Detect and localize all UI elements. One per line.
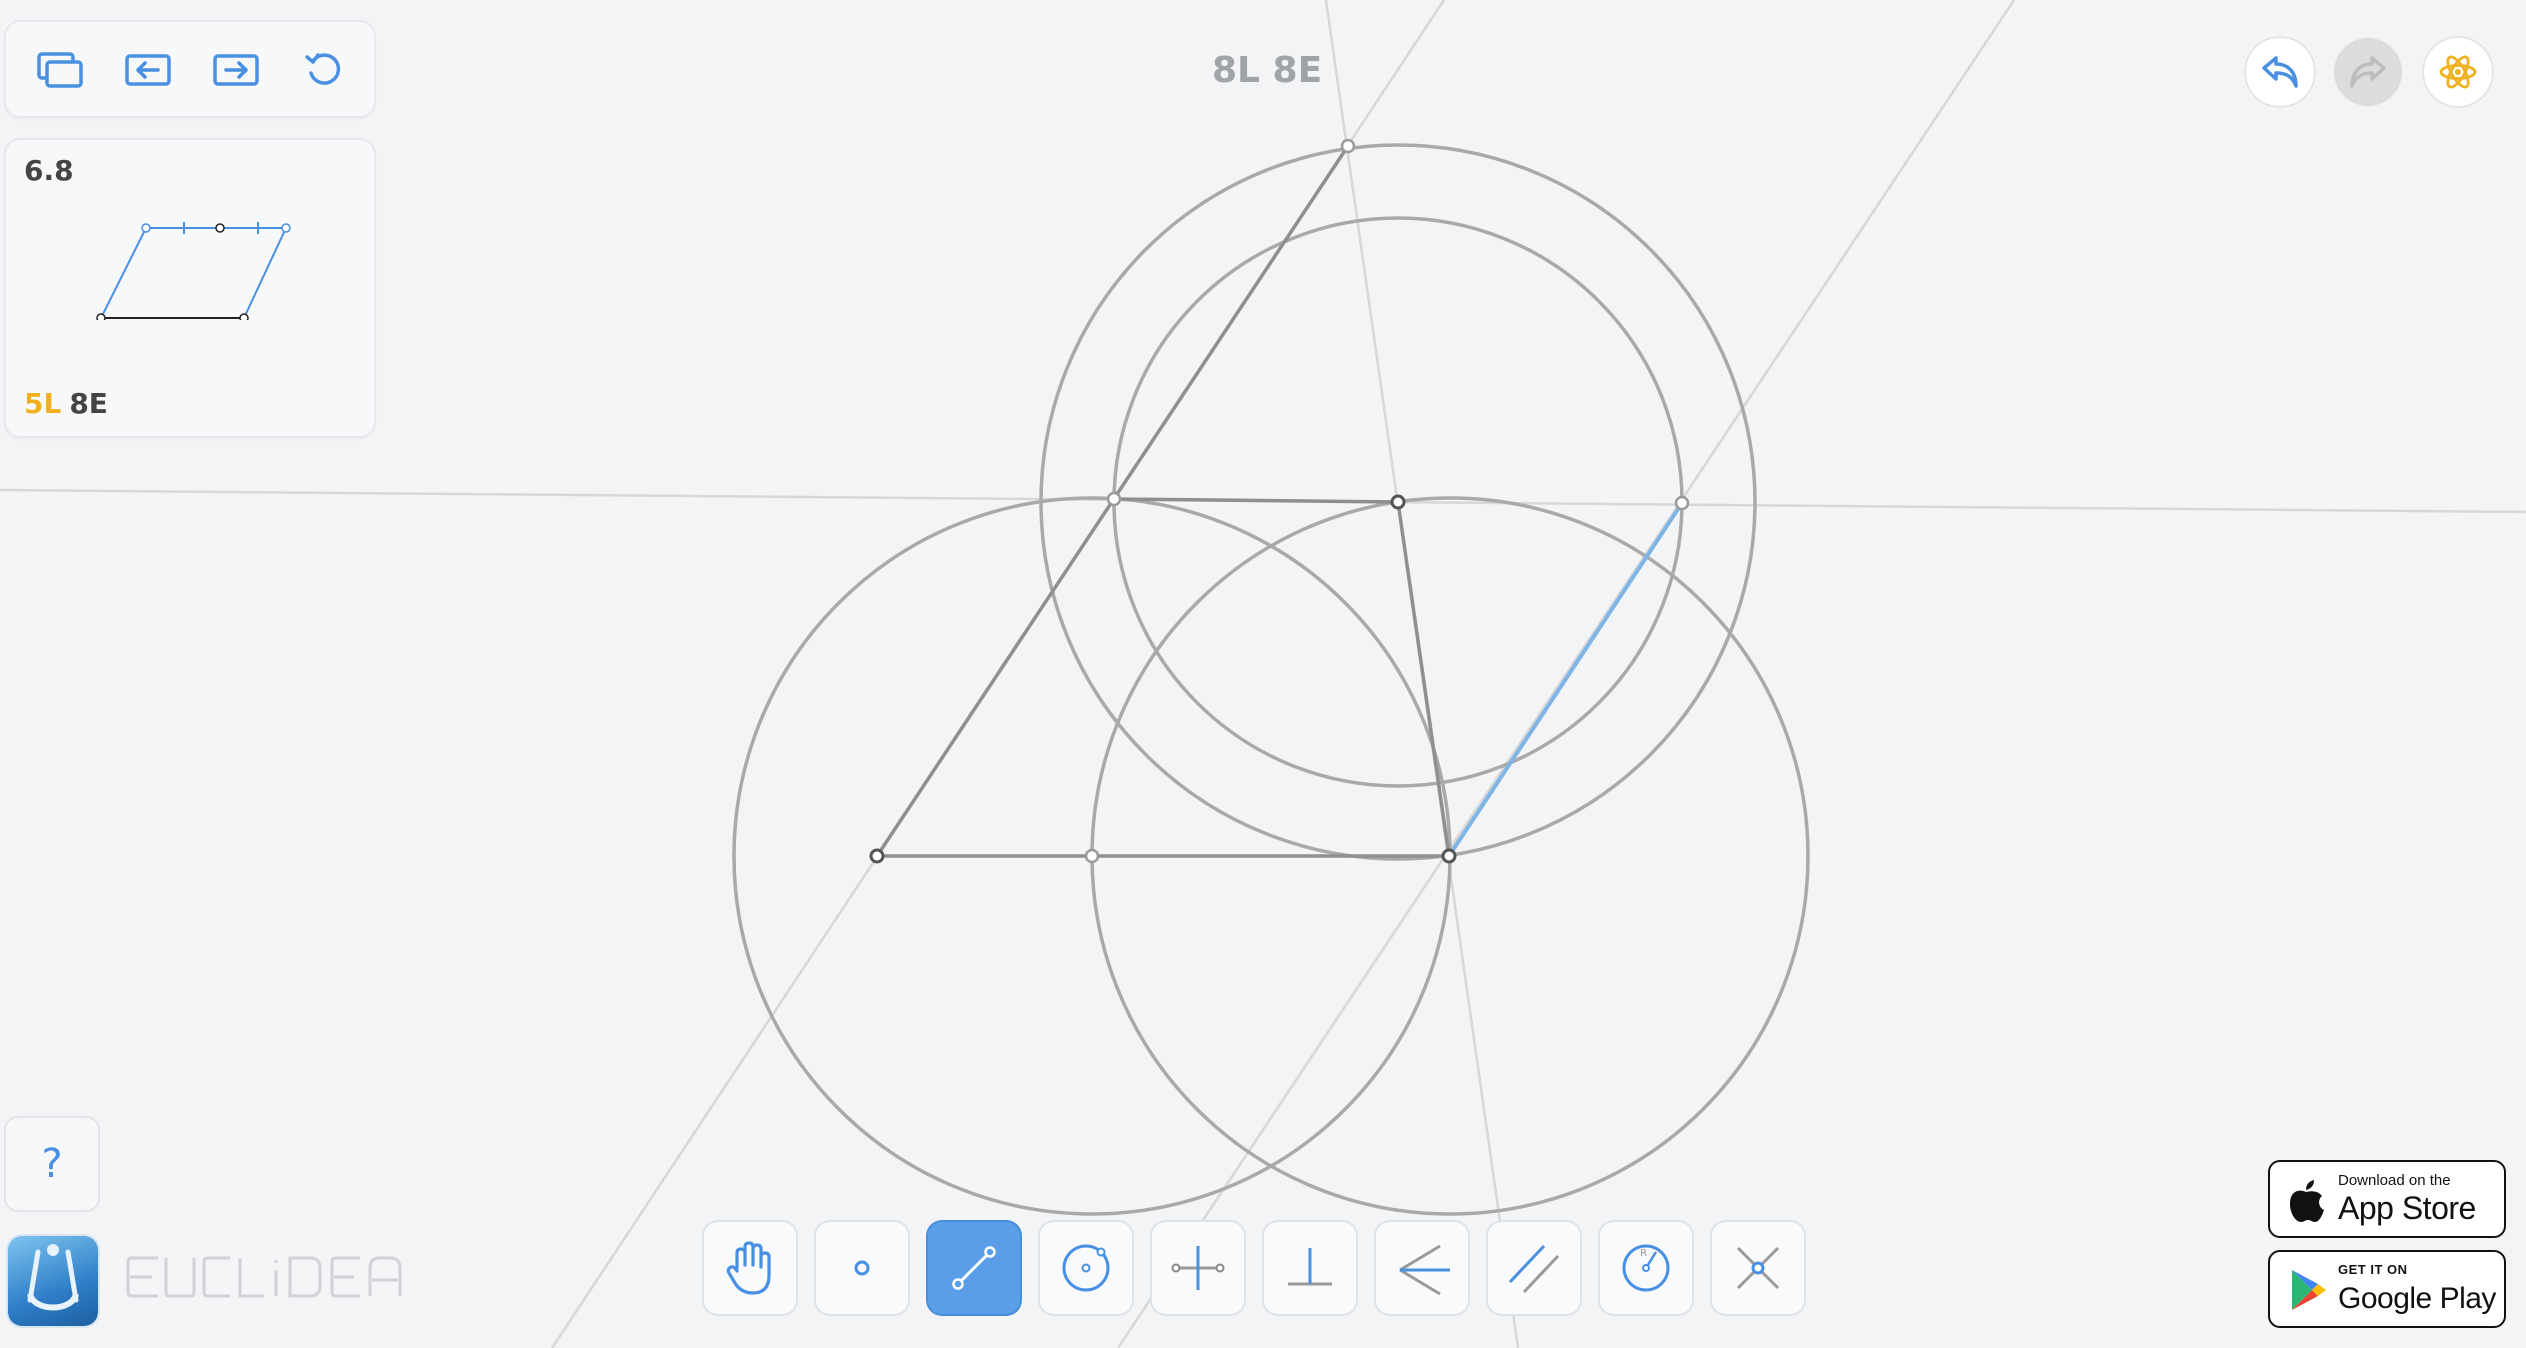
tool-parallel[interactable] [1488, 1222, 1580, 1314]
point [1106, 491, 1122, 507]
redo-button[interactable] [2334, 38, 2402, 106]
atom-icon [2439, 55, 2477, 89]
point [1674, 495, 1690, 511]
angle-bisector-icon [1399, 1244, 1450, 1296]
tool-angle-bisector[interactable] [1376, 1222, 1468, 1314]
tool-circle[interactable] [1040, 1222, 1132, 1314]
top-toolbar [6, 22, 374, 116]
undo-arrow-icon [2262, 56, 2298, 88]
perpendicular-icon [1288, 1248, 1332, 1286]
segment [1113, 497, 1399, 504]
point [1084, 848, 1100, 864]
level-number: 6.8 [24, 154, 74, 187]
app-store-big: App Store [2338, 1190, 2476, 1226]
stacked-pages-icon [37, 52, 83, 88]
tool-perpendicular[interactable] [1264, 1222, 1356, 1314]
restart-button[interactable] [296, 42, 352, 98]
tool-compass[interactable]: R [1600, 1222, 1692, 1314]
svg-text:R: R [1640, 1248, 1647, 1259]
hint-button[interactable] [2424, 38, 2492, 106]
apple-icon [2290, 1180, 2324, 1222]
redo-arrow-icon [2350, 56, 2386, 88]
level-score-l: 5L [24, 387, 62, 420]
level-card[interactable]: 6.8 5L 8E [6, 140, 374, 436]
circle-icon [1062, 1244, 1110, 1292]
current-score: 8L 8E [1212, 50, 1323, 91]
google-play-big: Google Play [2338, 1282, 2496, 1315]
app-store-small: Download on the [2338, 1172, 2451, 1189]
point [869, 848, 885, 864]
compass-icon: R [1622, 1244, 1670, 1292]
arrow-left-box-icon [125, 54, 171, 86]
construction-canvas[interactable] [0, 0, 2526, 1348]
highlighted-segment [1447, 501, 1684, 858]
levels-menu-button[interactable] [32, 42, 88, 98]
intersect-icon [1736, 1246, 1780, 1290]
help-button[interactable]: ? [6, 1118, 98, 1210]
construction-line [1116, 0, 2016, 1348]
line-icon [952, 1246, 996, 1290]
level-score-e: 8E [69, 387, 108, 420]
level-preview-parallelogram [96, 222, 291, 320]
help-label: ? [41, 1141, 63, 1187]
tool-line[interactable] [928, 1222, 1020, 1314]
tool-perpendicular-bisector[interactable] [1152, 1222, 1244, 1314]
tool-palette: R [704, 1222, 1808, 1316]
app-store-badge[interactable]: Download on the App Store [2268, 1160, 2506, 1238]
google-play-small: GET IT ON [2338, 1262, 2408, 1277]
google-play-badge[interactable]: GET IT ON Google Play [2268, 1250, 2506, 1328]
level-score: 5L 8E [24, 387, 108, 420]
segment [1396, 501, 1451, 857]
next-level-button[interactable] [208, 42, 264, 98]
undo-button[interactable] [2246, 38, 2314, 106]
compass-logo-icon [27, 1244, 79, 1311]
prev-level-button[interactable] [120, 42, 176, 98]
arrow-right-box-icon [213, 54, 259, 86]
app-logo [8, 1236, 98, 1326]
hand-icon [726, 1241, 771, 1295]
bisector-icon [1171, 1246, 1225, 1290]
point [1390, 494, 1406, 510]
tool-move[interactable] [704, 1222, 796, 1314]
tool-point[interactable] [816, 1222, 908, 1314]
point-icon [854, 1260, 870, 1276]
restart-icon [305, 53, 341, 85]
parallel-icon [1508, 1244, 1560, 1294]
google-play-icon [2292, 1270, 2326, 1310]
point [1441, 848, 1457, 864]
point [1340, 138, 1356, 154]
tool-intersect[interactable] [1712, 1222, 1804, 1314]
euclidea-wordmark [126, 1256, 402, 1298]
